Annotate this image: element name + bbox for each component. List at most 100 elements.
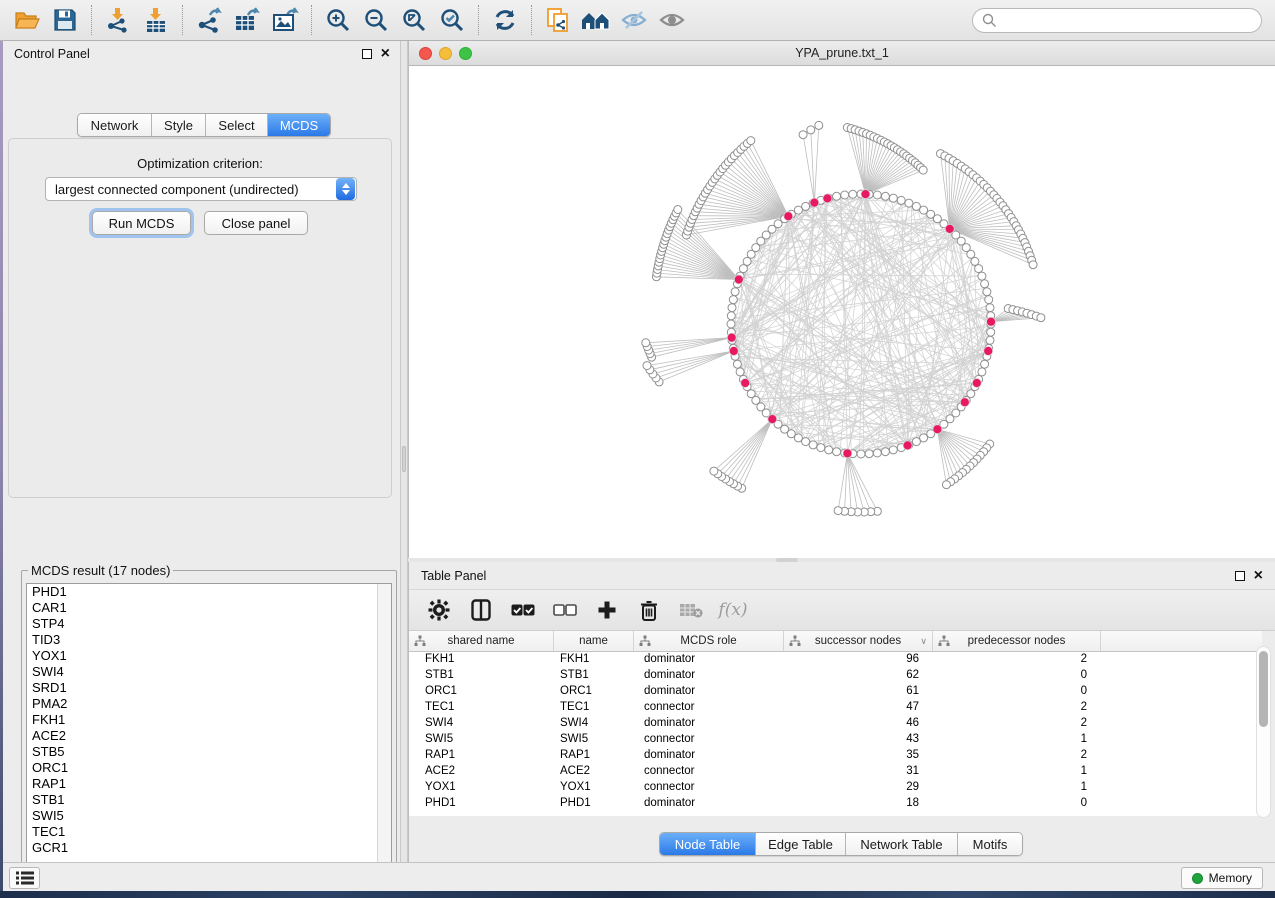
table-row[interactable]: RAP1RAP1dominator352 [409,748,1262,764]
mcds-result-item[interactable]: CAR1 [27,600,391,616]
column-header-shared-name[interactable]: shared name [409,631,554,651]
table-cell: 18 [784,796,933,812]
desktop-edge [0,41,3,891]
mcds-result-item[interactable]: STP4 [27,616,391,632]
column-header-name[interactable]: name [554,631,634,651]
status-menu-button[interactable] [9,867,40,889]
mcds-result-item[interactable]: STB1 [27,792,391,808]
export-network-button[interactable] [190,3,228,37]
mcds-result-item[interactable]: GCR1 [27,840,391,856]
mcds-result-item[interactable]: FKH1 [27,712,391,728]
table-row[interactable]: SWI5SWI5connector431 [409,732,1262,748]
table-cell: connector [634,780,784,796]
trash-icon [640,600,658,621]
table-cell: 0 [933,796,1101,812]
table-cell: 2 [933,700,1101,716]
mcds-result-item[interactable]: PHD1 [27,584,391,600]
table-settings-button[interactable] [425,596,453,624]
zoom-in-button[interactable] [319,3,357,37]
table-cell: 43 [784,732,933,748]
table-row[interactable]: TEC1TEC1connector472 [409,700,1262,716]
list-menu-icon [16,871,34,885]
optimization-criterion-select[interactable]: largest connected component (undirected) [45,177,357,201]
search-field[interactable] [972,8,1262,33]
mcds-list-scrollbar[interactable] [377,584,391,898]
network-window-titlebar[interactable]: YPA_prune.txt_1 [409,41,1275,66]
table-cell: RAP1 [554,748,634,764]
mcds-result-item[interactable]: TEC1 [27,824,391,840]
close-panel-icon[interactable]: × [1254,571,1263,581]
unselect-all-columns-button[interactable] [551,596,579,624]
table-row[interactable]: ORC1ORC1dominator610 [409,684,1262,700]
mcds-result-list[interactable]: PHD1CAR1STP4TID3YOX1SWI4SRD1PMA2FKH1ACE2… [26,583,392,898]
mcds-result-item[interactable]: SRD1 [27,680,391,696]
export-image-button[interactable] [266,3,304,37]
table-row[interactable]: SWI4SWI4dominator462 [409,716,1262,732]
mcds-result-item[interactable]: STB5 [27,744,391,760]
table-cell: 1 [933,780,1101,796]
tab-select[interactable]: Select [206,114,268,136]
zoom-selected-button[interactable] [433,3,471,37]
table-cell: 46 [784,716,933,732]
tab-mcds[interactable]: MCDS [268,114,330,136]
search-input[interactable] [997,13,1261,28]
tab-edge-table[interactable]: Edge Table [756,833,846,855]
mcds-result-item[interactable]: RAP1 [27,776,391,792]
zoom-out-button[interactable] [357,3,395,37]
close-panel-icon[interactable]: × [381,49,390,59]
node-table: shared namenameMCDS rolesuccessor nodes∨… [409,631,1262,816]
delete-columns-button[interactable] [635,596,663,624]
zoom-fit-button[interactable] [395,3,433,37]
tab-network[interactable]: Network [78,114,152,136]
column-header-MCDS-role[interactable]: MCDS role [634,631,784,651]
import-network-button[interactable] [99,3,137,37]
mcds-result-item[interactable]: ORC1 [27,760,391,776]
column-header-successor-nodes[interactable]: successor nodes∨ [784,631,933,651]
column-header-predecessor-nodes[interactable]: predecessor nodes [933,631,1101,651]
export-table-button[interactable] [228,3,266,37]
mcds-tab-content: Optimization criterion: largest connecte… [8,138,392,498]
table-cell: STB1 [409,668,554,684]
table-scrollbar[interactable] [1256,646,1271,818]
create-column-button[interactable] [593,596,621,624]
mcds-result-item[interactable]: YOX1 [27,648,391,664]
table-row[interactable]: STB1STB1dominator620 [409,668,1262,684]
table-row[interactable]: FKH1FKH1dominator962 [409,652,1262,668]
table-row[interactable]: YOX1YOX1connector291 [409,780,1262,796]
float-panel-icon[interactable] [1235,571,1245,581]
vertical-splitter[interactable] [400,41,408,862]
run-mcds-button[interactable]: Run MCDS [92,211,191,235]
mcds-result-item[interactable]: PMA2 [27,696,391,712]
table-row[interactable]: PHD1PHD1dominator180 [409,796,1262,812]
tab-motifs[interactable]: Motifs [958,833,1022,855]
select-stepper-icon [336,178,355,200]
show-all-button[interactable] [653,3,691,37]
open-file-button[interactable] [8,3,46,37]
table-cell: SWI5 [409,732,554,748]
mcds-result-item[interactable]: SWI4 [27,664,391,680]
mcds-result-item[interactable]: SWI5 [27,808,391,824]
show-columns-button[interactable] [467,596,495,624]
tab-network-table[interactable]: Network Table [846,833,958,855]
save-session-button[interactable] [46,3,84,37]
close-panel-button[interactable]: Close panel [204,211,308,235]
checked-boxes-icon [511,603,535,617]
eye-slash-icon [620,8,648,32]
float-panel-icon[interactable] [362,49,372,59]
mcds-result-item[interactable]: TID3 [27,632,391,648]
first-neighbors-button[interactable] [577,3,615,37]
tab-node-table[interactable]: Node Table [660,833,756,855]
network-canvas[interactable] [409,66,1274,557]
refresh-layout-button[interactable] [486,3,524,37]
memory-button[interactable]: Memory [1181,867,1263,889]
select-all-columns-button[interactable] [509,596,537,624]
share-document-button[interactable] [539,3,577,37]
table-cell: YOX1 [554,780,634,796]
table-cell: STB1 [554,668,634,684]
tab-style[interactable]: Style [152,114,206,136]
table-row[interactable]: ACE2ACE2connector311 [409,764,1262,780]
hide-selected-button[interactable] [615,3,653,37]
sort-chevron-icon[interactable]: ∨ [920,636,927,647]
import-table-button[interactable] [137,3,175,37]
mcds-result-item[interactable]: ACE2 [27,728,391,744]
